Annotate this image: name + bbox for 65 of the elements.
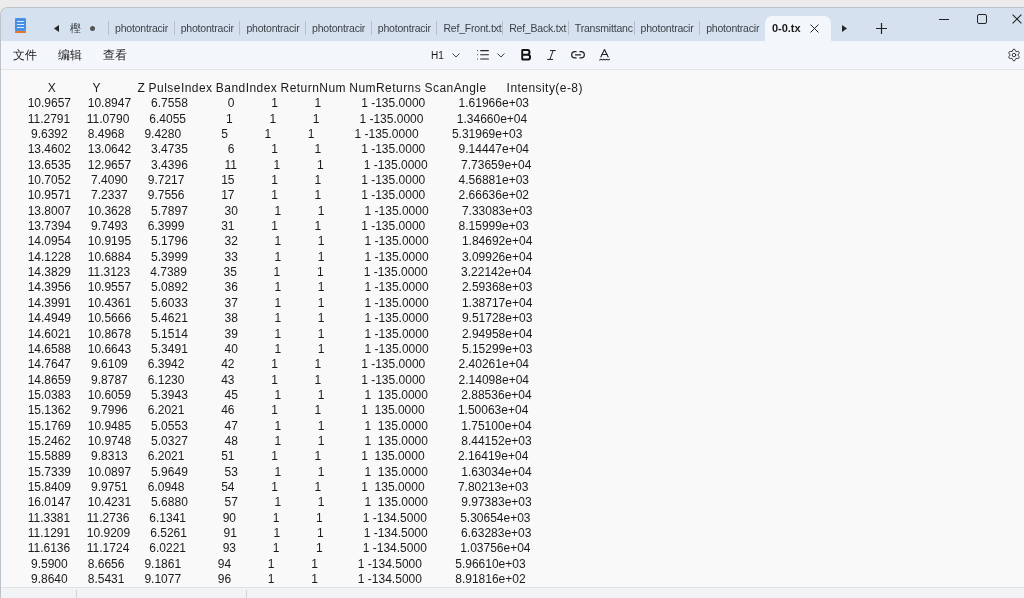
data-line: 15.1769 10.9485 5.0553 47 1 1 1 135.0000 1.75100e+04 xyxy=(26,418,532,434)
tab[interactable]: Transmittanc xyxy=(568,16,634,41)
data-line: 14.7647 9.6109 6.3942 42 1 1 1 -135.0000 2.40261e+04 xyxy=(26,357,529,373)
chevron-down-icon xyxy=(451,52,460,58)
data-line: 15.7339 10.0897 5.9649 53 1 1 1 135.0000 1.63034e+04 xyxy=(26,464,532,480)
header-line: X Y Z PulseIndex BandIndex ReturnNum NumReturns ScanAngle Intensity(e-8) xyxy=(46,81,583,97)
tab[interactable]: photontracir xyxy=(109,16,174,41)
data-line: 14.3956 10.9557 5.0892 36 1 1 1 -135.0000 2.59368e+03 xyxy=(26,280,533,296)
data-line: 16.0147 10.4231 5.6880 57 1 1 1 135.0000 9.97383e+03 xyxy=(26,495,532,511)
data-line: 9.8640 8.5431 9.1077 96 1 1 1 -134.5000 8.91816e+02 xyxy=(30,572,526,587)
data-line: 15.5889 9.8313 6.2021 51 1 1 1 135.0000 2.16419e+04 xyxy=(26,449,529,465)
tab[interactable]: photontracir xyxy=(240,16,306,41)
settings-icon xyxy=(1007,48,1021,62)
data-line: 15.8409 9.9751 6.0948 54 1 1 1 135.0000 7.80213e+03 xyxy=(26,479,529,496)
data-line: 13.7394 9.7493 6.3999 31 1 1 1 -135.0000 8.15999e+03 xyxy=(26,219,529,235)
data-line: 14.8659 9.8787 6.1230 43 1 1 1 -135.0000 2.14098e+04 xyxy=(26,372,529,388)
spellcheck-icon xyxy=(599,49,611,61)
tab[interactable]: 樫 xyxy=(64,16,108,41)
data-line: 10.9571 7.2337 9.7556 17 1 1 1 -135.0000 2.66636e+02 xyxy=(26,188,529,204)
plus-icon xyxy=(876,23,888,34)
tab[interactable]: photontracir xyxy=(700,16,765,41)
data-line: 15.0383 10.6059 5.3943 45 1 1 1 135.0000 2.88536e+04 xyxy=(26,387,532,404)
italic-icon xyxy=(547,50,557,60)
tab[interactable]: photontracir xyxy=(174,16,240,41)
chevron-down-icon xyxy=(496,52,505,58)
data-line: 11.6136 11.1724 6.0221 93 1 1 1 -134.5000 1.03756e+04 xyxy=(26,541,531,557)
data-line: 11.1291 10.9209 6.5261 91 1 1 1 -134.5000 6.63283e+03 xyxy=(26,525,532,542)
maximize-icon xyxy=(977,14,987,24)
close-icon xyxy=(1012,14,1022,24)
list-icon xyxy=(476,50,489,60)
data-line: 14.6588 10.6643 5.3491 40 1 1 1 -135.0000 5.15299e+03 xyxy=(26,341,533,358)
data-line: 10.7052 7.4090 9.7217 15 1 1 1 -135.0000 4.56881e+03 xyxy=(26,173,529,189)
data-line: 14.1228 10.6884 5.3999 33 1 1 1 -135.0000 3.09926e+04 xyxy=(26,249,533,266)
menu-item[interactable]: 查看 xyxy=(97,44,133,66)
bold-icon xyxy=(520,49,531,61)
tab[interactable]: photontracir xyxy=(371,16,437,41)
link-icon xyxy=(570,51,585,59)
data-line: 15.1362 9.7996 6.2021 46 1 1 1 135.0000 1.50063e+04 xyxy=(26,403,529,419)
triangle-left-icon xyxy=(53,25,59,32)
data-line: 9.5900 8.6656 9.1861 94 1 1 1 -134.5000 5.96610e+03 xyxy=(30,556,526,572)
tab[interactable]: photontracir xyxy=(306,16,371,41)
data-line: 11.3381 11.2736 6.1341 90 1 1 1 -134.5000 5.30654e+03 xyxy=(26,510,531,526)
data-line: 14.3991 10.4361 5.6033 37 1 1 1 -135.0000 1.38717e+04 xyxy=(26,295,533,312)
menu-item[interactable]: 编辑 xyxy=(52,44,88,66)
tab[interactable]: Ref_Back.txt xyxy=(503,16,568,41)
data-line: 11.2791 11.0790 6.4055 1 1 1 1 -135.0000 1.34660e+04 xyxy=(26,111,528,128)
notepad-icon xyxy=(15,18,26,33)
close-icon xyxy=(809,24,819,33)
triangle-right-icon xyxy=(842,25,848,32)
data-line: 15.2462 10.9748 5.0327 48 1 1 1 135.0000 8.44152e+03 xyxy=(26,433,532,450)
minimize-icon xyxy=(939,18,949,20)
data-line: 13.4602 13.0642 3.4735 6 1 1 1 -135.0000 9.14447e+04 xyxy=(26,142,529,158)
data-line: 14.0954 10.9195 5.1796 32 1 1 1 -135.0000 1.84692e+04 xyxy=(26,234,533,250)
tab[interactable]: Ref_Front.txt xyxy=(437,16,503,41)
data-line: 13.6535 12.9657 3.4396 11 1 1 1 -135.0000 7.73659e+04 xyxy=(26,157,532,174)
data-line: 10.9657 10.8947 6.7558 0 1 1 1 -135.0000 1.61966e+03 xyxy=(26,96,529,112)
heading-dropdown[interactable]: H1 xyxy=(425,44,464,66)
menu-item[interactable]: 文件 xyxy=(7,44,43,66)
data-line: 14.6021 10.8678 5.1514 39 1 1 1 -135.0000 2.94958e+04 xyxy=(26,326,533,342)
data-line: 13.8007 10.3628 5.7897 30 1 1 1 -135.0000 7.33083e+03 xyxy=(26,203,533,220)
tab[interactable]: photontracir xyxy=(634,16,700,41)
data-line: 9.6392 8.4968 9.4280 5 1 1 1 -135.0000 5.31969e+03 xyxy=(30,127,523,143)
tab[interactable]: 0-0.tx xyxy=(764,16,831,41)
data-line: 14.3829 11.3123 4.7389 35 1 1 1 -135.0000 3.22142e+04 xyxy=(26,265,532,281)
data-line: 14.4949 10.5666 5.4621 38 1 1 1 -135.0000 9.51728e+03 xyxy=(26,311,533,327)
